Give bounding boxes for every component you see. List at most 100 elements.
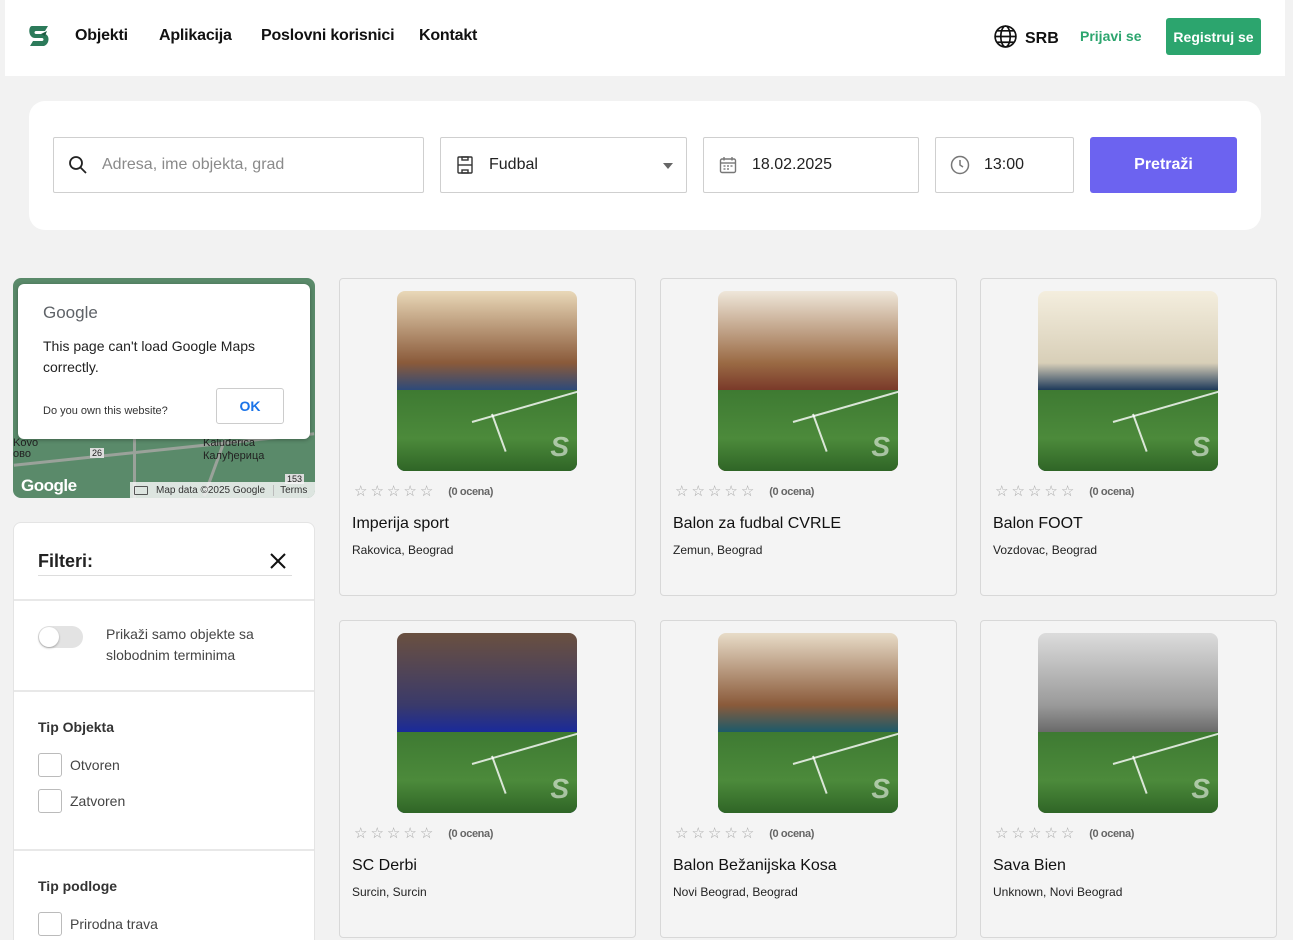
- watermark-logo: S: [550, 431, 569, 462]
- star-icon: ☆: [386, 483, 401, 500]
- search-input[interactable]: Adresa, ime objekta, grad: [53, 137, 424, 193]
- type-option-otvoren[interactable]: Otvoren: [38, 753, 120, 777]
- calendar-icon: [718, 155, 738, 175]
- terms-link[interactable]: Terms: [273, 484, 307, 496]
- nav-objekti[interactable]: Objekti: [75, 27, 128, 45]
- checkbox-label: Zatvoren: [70, 793, 126, 809]
- review-count: (0 ocena): [448, 828, 493, 840]
- star-icon: ☆: [724, 483, 738, 500]
- search-icon: [68, 155, 88, 175]
- field-icon: [455, 155, 475, 175]
- map-label: ово: [13, 448, 31, 460]
- filters-title: Filteri:: [38, 551, 94, 571]
- venue-photo[interactable]: S: [397, 291, 577, 471]
- star-icon: ☆: [675, 483, 689, 500]
- free-slots-toggle[interactable]: [38, 626, 83, 648]
- venue-location: Vozdovac, Beograd: [993, 543, 1098, 557]
- star-icon: ☆: [386, 825, 401, 842]
- star-icon: ☆: [403, 483, 417, 500]
- star-icon: ☆: [354, 825, 368, 842]
- top-nav: Objekti Aplikacija Poslovni korisnici Ko…: [5, 0, 1285, 76]
- ok-button[interactable]: OK: [216, 388, 284, 424]
- search-button[interactable]: Pretraži: [1090, 137, 1237, 193]
- globe-icon: [993, 24, 1018, 54]
- keyboard-icon[interactable]: [134, 485, 148, 495]
- venue-card[interactable]: S ☆ ☆ ☆ ☆ ☆ (0 ocena) SC Derbi Surcin, Surcin: [339, 620, 636, 938]
- filters-underline: [38, 575, 292, 576]
- rating-stars: ☆ ☆ ☆ ☆ ☆ (0 ocena): [354, 826, 493, 842]
- review-count: (0 ocena): [769, 828, 814, 840]
- venue-card[interactable]: S ☆ ☆ ☆ ☆ ☆ (0 ocena) Balon FOOT Vozdovac, Beogr…: [980, 278, 1277, 596]
- register-button[interactable]: Registruj se: [1166, 18, 1261, 55]
- divider: [14, 849, 314, 851]
- star-icon: ☆: [707, 483, 722, 500]
- search-placeholder: Adresa, ime objekta, grad: [102, 156, 285, 173]
- venue-name[interactable]: Balon za fudbal CVRLE: [673, 515, 841, 533]
- review-count: (0 ocena): [769, 486, 814, 498]
- venue-card[interactable]: S ☆ ☆ ☆ ☆ ☆ (0 ocena) Balon Bežanijska Kosa Novi…: [660, 620, 957, 938]
- map-error-dialog: Google This page can't load Google Maps …: [18, 284, 310, 439]
- star-icon: ☆: [1011, 825, 1025, 842]
- star-icon: ☆: [370, 825, 384, 842]
- star-icon: ☆: [370, 483, 384, 500]
- venue-photo[interactable]: S: [1038, 291, 1218, 471]
- map-footer: Map data ©2025 Google Terms: [130, 482, 315, 498]
- venue-card[interactable]: S ☆ ☆ ☆ ☆ ☆ (0 ocena) Imperija sport Rakovica, B…: [339, 278, 636, 596]
- watermark-logo: S: [871, 773, 890, 804]
- google-logo: Google: [21, 476, 77, 495]
- login-link[interactable]: Prijavi se: [1080, 28, 1142, 44]
- nav-poslovni-korisnici[interactable]: Poslovni korisnici: [261, 27, 395, 45]
- star-icon: ☆: [403, 825, 417, 842]
- venue-photo[interactable]: S: [1038, 633, 1218, 813]
- checkbox[interactable]: [38, 912, 62, 936]
- close-icon[interactable]: [270, 553, 286, 569]
- time-picker[interactable]: 13:00: [935, 137, 1074, 193]
- venue-location: Surcin, Surcin: [352, 885, 427, 899]
- map-error-message: This page can't load Google Maps correct…: [43, 338, 256, 375]
- nav-aplikacija[interactable]: Aplikacija: [159, 27, 232, 45]
- venue-photo[interactable]: S: [397, 633, 577, 813]
- venue-name[interactable]: SC Derbi: [352, 857, 417, 875]
- venue-name[interactable]: Balon FOOT: [993, 515, 1083, 533]
- checkbox[interactable]: [38, 753, 62, 777]
- review-count: (0 ocena): [1089, 828, 1134, 840]
- time-value: 13:00: [984, 156, 1025, 173]
- venue-location: Novi Beograd, Beograd: [673, 885, 798, 899]
- venue-name[interactable]: Sava Bien: [993, 857, 1066, 875]
- watermark-logo: S: [1191, 431, 1210, 462]
- venue-name[interactable]: Imperija sport: [352, 515, 449, 533]
- map[interactable]: Kaluđerica Калуђерица Kovo ово 26 153 Go…: [13, 278, 315, 498]
- checkbox[interactable]: [38, 789, 62, 813]
- venue-card[interactable]: S ☆ ☆ ☆ ☆ ☆ (0 ocena) Balon za fudbal CVRLE Zemu…: [660, 278, 957, 596]
- rating-stars: ☆ ☆ ☆ ☆ ☆ (0 ocena): [354, 484, 493, 500]
- star-icon: ☆: [1027, 483, 1042, 500]
- chevron-down-icon: [663, 163, 673, 169]
- venue-location: Unknown, Novi Beograd: [993, 885, 1123, 899]
- date-picker[interactable]: 18.02.2025: [703, 137, 919, 193]
- star-icon: ☆: [675, 825, 689, 842]
- star-icon: ☆: [740, 483, 755, 500]
- sport-select[interactable]: Fudbal: [440, 137, 687, 193]
- nav-kontakt[interactable]: Kontakt: [419, 27, 477, 45]
- star-icon: ☆: [691, 825, 705, 842]
- divider: [14, 690, 314, 692]
- star-icon: ☆: [419, 825, 434, 842]
- venue-name[interactable]: Balon Bežanijska Kosa: [673, 857, 837, 875]
- language-label: SRB: [1025, 30, 1059, 47]
- rating-stars: ☆ ☆ ☆ ☆ ☆ (0 ocena): [675, 484, 814, 500]
- type-option-zatvoren[interactable]: Zatvoren: [38, 789, 125, 813]
- surface-option-prirodna-trava[interactable]: Prirodna trava: [38, 912, 158, 936]
- filters-panel: Filteri: Prikaži samo objekte sa slobodn…: [13, 522, 315, 940]
- clock-icon: [950, 155, 970, 175]
- google-brand: Google: [43, 303, 98, 322]
- star-icon: ☆: [1060, 825, 1075, 842]
- logo-icon[interactable]: [28, 24, 52, 50]
- venue-photo[interactable]: S: [718, 291, 898, 471]
- free-slots-label: Prikaži samo objekte sa slobodnim termin…: [106, 626, 254, 663]
- star-icon: ☆: [1060, 483, 1075, 500]
- language-selector[interactable]: SRB: [993, 24, 1059, 54]
- surface-title: Tip podloge: [38, 878, 118, 894]
- star-icon: ☆: [995, 483, 1009, 500]
- venue-photo[interactable]: S: [718, 633, 898, 813]
- venue-card[interactable]: S ☆ ☆ ☆ ☆ ☆ (0 ocena) Sava Bien Unknown, Novi Be…: [980, 620, 1277, 938]
